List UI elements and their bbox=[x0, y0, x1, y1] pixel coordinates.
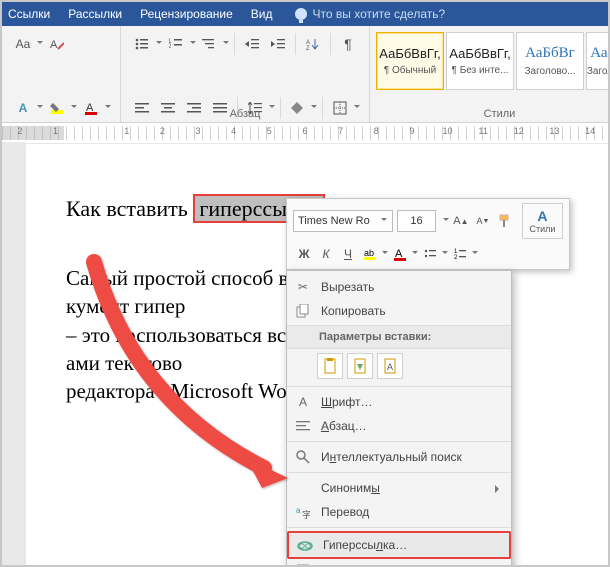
paragraph-icon bbox=[293, 417, 313, 435]
svg-text:a: a bbox=[296, 506, 301, 515]
paste-keep-source[interactable] bbox=[317, 353, 343, 379]
svg-text:2: 2 bbox=[454, 255, 458, 260]
bulb-icon bbox=[295, 8, 307, 20]
ctx-hyperlink[interactable]: Гиперссылка… bbox=[287, 531, 511, 559]
tab-view[interactable]: Вид bbox=[251, 7, 273, 21]
tell-me-label: Что вы хотите сделать? bbox=[313, 7, 446, 21]
group-paragraph: 12 AZ ¶ Абзац bbox=[121, 26, 370, 122]
blank-icon bbox=[293, 479, 313, 497]
group-paragraph-label: Абзац bbox=[121, 108, 369, 120]
mini-italic[interactable]: К bbox=[316, 243, 336, 265]
svg-text:Z: Z bbox=[306, 46, 310, 50]
mini-underline[interactable]: Ч bbox=[338, 243, 358, 265]
svg-text:字: 字 bbox=[302, 509, 310, 519]
search-icon bbox=[293, 448, 313, 466]
link-icon bbox=[295, 536, 315, 554]
ctx-paste-header: Параметры вставки: bbox=[287, 325, 511, 349]
bullets-button[interactable] bbox=[130, 32, 154, 56]
font-color-button[interactable]: A bbox=[79, 96, 103, 120]
svg-text:2: 2 bbox=[169, 44, 172, 50]
mini-grow-font[interactable]: A▲ bbox=[451, 210, 471, 232]
context-menu: ✂ Вырезать Копировать Параметры вставки:… bbox=[286, 270, 512, 567]
highlight-button[interactable] bbox=[45, 96, 69, 120]
ribbon-tabs: Ссылки Рассылки Рецензирование Вид Что в… bbox=[2, 2, 608, 26]
ruler[interactable]: 211234567891011121314 bbox=[2, 123, 608, 144]
ctx-new-comment[interactable]: Создать примечание bbox=[287, 559, 511, 567]
paste-text-only[interactable]: A bbox=[377, 353, 403, 379]
group-styles: АаБбВвГг, ¶ Обычный АаБбВвГг, ¶ Без инте… bbox=[370, 26, 610, 122]
mini-bullets[interactable] bbox=[420, 243, 440, 265]
tab-review[interactable]: Рецензирование bbox=[140, 7, 233, 21]
mini-highlight[interactable]: ab bbox=[360, 243, 380, 265]
mini-shrink-font[interactable]: A▼ bbox=[473, 210, 493, 232]
font-icon: A bbox=[293, 393, 313, 411]
mini-bold[interactable]: Ж bbox=[294, 243, 314, 265]
group-font: Aa A A A bbox=[2, 26, 121, 122]
ctx-synonyms[interactable]: Синонимы bbox=[287, 476, 511, 500]
comment-icon bbox=[293, 562, 313, 567]
group-styles-label: Стили bbox=[370, 108, 610, 120]
change-case-button[interactable]: Aa bbox=[11, 32, 35, 56]
numbering-button[interactable]: 12 bbox=[164, 32, 188, 56]
style-heading1[interactable]: АаБбВг Заголово... bbox=[516, 32, 584, 90]
tell-me[interactable]: Что вы хотите сделать? bbox=[295, 7, 446, 21]
mini-numbering[interactable]: 12 bbox=[450, 243, 470, 265]
mini-font-combo[interactable]: Times New Ro bbox=[293, 210, 393, 232]
svg-text:ab: ab bbox=[364, 248, 374, 258]
mini-size-combo[interactable]: 16 bbox=[397, 210, 436, 232]
mini-toolbar: Times New Ro 16 A▲ A▼ AСтили Ж К Ч ab A … bbox=[286, 198, 570, 270]
svg-text:A: A bbox=[50, 39, 58, 51]
multilevel-list-button[interactable] bbox=[197, 32, 221, 56]
ribbon: Aa A A A 12 AZ ¶ bbox=[2, 26, 608, 123]
ctx-translate[interactable]: a字 Перевод bbox=[287, 500, 511, 524]
svg-text:A: A bbox=[387, 362, 393, 372]
style-normal[interactable]: АаБбВвГг, ¶ Обычный bbox=[376, 32, 444, 90]
translate-icon: a字 bbox=[293, 503, 313, 521]
ctx-paragraph[interactable]: Абзац… bbox=[287, 414, 511, 438]
text-effects-button[interactable]: A bbox=[11, 96, 35, 120]
style-heading2[interactable]: АаБб Заголо... bbox=[586, 32, 610, 90]
copy-icon bbox=[293, 302, 313, 320]
mini-styles-button[interactable]: AСтили bbox=[522, 203, 563, 239]
clear-formatting-button[interactable]: A bbox=[45, 32, 69, 56]
tab-references[interactable]: Ссылки bbox=[8, 7, 50, 21]
scissors-icon: ✂ bbox=[293, 278, 313, 296]
ctx-smart-lookup[interactable]: Интеллектуальный поиск bbox=[287, 445, 511, 469]
ctx-cut[interactable]: ✂ Вырезать bbox=[287, 275, 511, 299]
show-marks-button[interactable]: ¶ bbox=[336, 32, 360, 56]
ctx-paste-options: A bbox=[287, 351, 511, 383]
increase-indent-button[interactable] bbox=[266, 32, 290, 56]
ctx-font[interactable]: A Шрифт… bbox=[287, 390, 511, 414]
decrease-indent-button[interactable] bbox=[240, 32, 264, 56]
mini-format-painter[interactable] bbox=[495, 210, 515, 232]
style-no-spacing[interactable]: АаБбВвГг, ¶ Без инте... bbox=[446, 32, 514, 90]
sort-button[interactable]: AZ bbox=[301, 32, 325, 56]
paste-merge[interactable] bbox=[347, 353, 373, 379]
tab-mailings[interactable]: Рассылки bbox=[68, 7, 122, 21]
ctx-copy[interactable]: Копировать bbox=[287, 299, 511, 323]
page-margin bbox=[2, 142, 26, 565]
mini-font-color[interactable]: A bbox=[390, 243, 410, 265]
